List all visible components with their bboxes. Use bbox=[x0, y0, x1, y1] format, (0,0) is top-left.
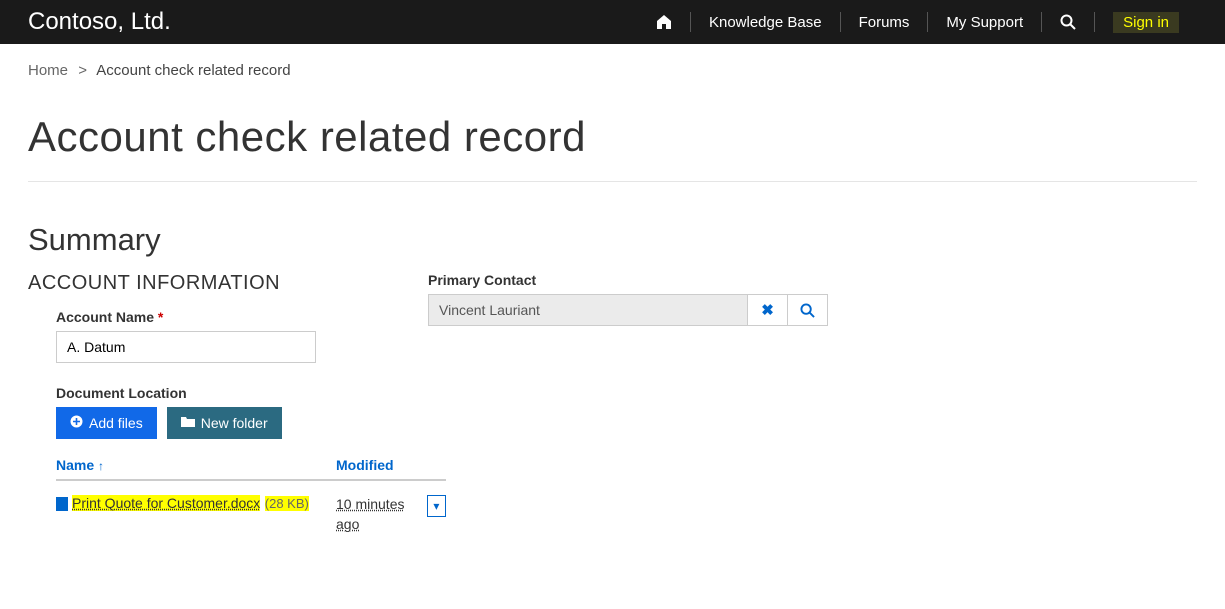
home-icon[interactable] bbox=[638, 0, 690, 44]
nav-forums[interactable]: Forums bbox=[841, 0, 928, 44]
top-header: Contoso, Ltd. Knowledge Base Forums My S… bbox=[0, 0, 1225, 44]
search-icon bbox=[800, 303, 815, 318]
column-header-name[interactable]: Name ↑ bbox=[56, 457, 336, 473]
add-files-button[interactable]: Add files bbox=[56, 407, 157, 439]
primary-contact-value[interactable]: Vincent Lauriant bbox=[428, 294, 748, 326]
table-row: Print Quote for Customer.docx (28 KB) 10… bbox=[56, 481, 446, 534]
document-icon bbox=[56, 497, 68, 511]
nav-sign-in[interactable]: Sign in bbox=[1095, 0, 1197, 44]
sign-in-label: Sign in bbox=[1113, 12, 1179, 33]
document-link[interactable]: Print Quote for Customer.docx bbox=[72, 495, 260, 511]
close-icon: ✖ bbox=[761, 301, 774, 319]
breadcrumb-home[interactable]: Home bbox=[28, 62, 68, 79]
breadcrumb-current: Account check related record bbox=[96, 62, 290, 79]
primary-contact-lookup: Vincent Lauriant ✖ bbox=[428, 294, 828, 326]
document-modified: 10 minutes ago bbox=[336, 495, 419, 534]
document-location-label: Document Location bbox=[56, 385, 368, 401]
clear-lookup-button[interactable]: ✖ bbox=[748, 294, 788, 326]
page-title: Account check related record bbox=[28, 113, 1197, 161]
brand-name[interactable]: Contoso, Ltd. bbox=[28, 8, 171, 36]
breadcrumb-separator: > bbox=[78, 62, 87, 79]
nav-knowledge-base[interactable]: Knowledge Base bbox=[691, 0, 840, 44]
search-icon[interactable] bbox=[1042, 0, 1094, 44]
new-folder-button[interactable]: New folder bbox=[167, 407, 282, 439]
required-indicator: * bbox=[158, 309, 163, 325]
account-name-label: Account Name * bbox=[56, 309, 368, 325]
account-name-input[interactable] bbox=[56, 331, 316, 363]
summary-heading: Summary bbox=[28, 222, 1197, 258]
plus-circle-icon bbox=[70, 415, 83, 431]
breadcrumb: Home > Account check related record bbox=[28, 44, 1197, 79]
top-nav: Knowledge Base Forums My Support Sign in bbox=[638, 0, 1197, 44]
title-divider bbox=[28, 181, 1197, 182]
primary-contact-label: Primary Contact bbox=[428, 272, 828, 288]
sort-ascending-icon: ↑ bbox=[98, 459, 104, 473]
document-table: Name ↑ Modified Print Quote for Customer… bbox=[56, 457, 446, 534]
search-lookup-button[interactable] bbox=[788, 294, 828, 326]
document-size: (28 KB) bbox=[265, 496, 309, 511]
new-folder-label: New folder bbox=[201, 415, 268, 431]
nav-my-support[interactable]: My Support bbox=[928, 0, 1041, 44]
folder-icon bbox=[181, 416, 195, 431]
add-files-label: Add files bbox=[89, 415, 143, 431]
account-info-heading: ACCOUNT INFORMATION bbox=[28, 272, 368, 295]
